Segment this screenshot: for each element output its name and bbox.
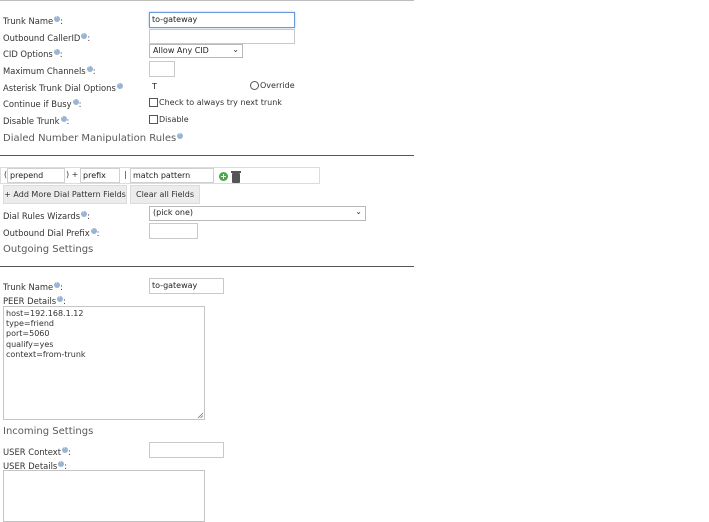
outgoing-trunk-name-label: Trunk Name:	[3, 280, 63, 292]
disable-check-box[interactable]	[149, 115, 158, 124]
max-channels-label: Maximum Channels:	[3, 64, 96, 76]
prepend-input[interactable]: prepend	[7, 168, 65, 183]
help-icon[interactable]	[53, 47, 60, 55]
chevron-down-icon: ⌄	[355, 207, 362, 216]
match-pattern-input[interactable]: match pattern	[130, 168, 214, 183]
dial-rules-wizards-label: Dial Rules Wizards:	[3, 209, 90, 221]
resize-handle-icon[interactable]	[197, 412, 204, 419]
outgoing-divider	[0, 266, 414, 267]
help-icon[interactable]	[86, 64, 93, 72]
dial-rules-wizards-select[interactable]: (pick one) ⌄	[149, 206, 366, 221]
add-more-dial-pattern-button[interactable]: + Add More Dial Pattern Fields	[3, 185, 127, 204]
trunk-name-input[interactable]: to-gateway	[149, 12, 295, 28]
help-icon[interactable]	[116, 81, 123, 89]
chevron-down-icon: ⌄	[232, 45, 239, 54]
help-icon[interactable]	[90, 226, 97, 234]
help-icon[interactable]	[72, 97, 79, 105]
max-channels-input[interactable]	[149, 61, 175, 77]
user-details-textarea[interactable]	[3, 470, 205, 522]
cid-options-value: Allow Any CID	[153, 46, 209, 55]
cid-options-label: CID Options:	[3, 47, 63, 59]
dial-rules-wizards-value: (pick one)	[153, 208, 194, 217]
continue-busy-check-box[interactable]	[149, 98, 158, 107]
dial-options-input[interactable]: T	[149, 79, 247, 94]
plus-circle-icon[interactable]: +	[219, 172, 228, 181]
continue-busy-checkbox[interactable]: Check to always try next trunk	[149, 98, 282, 107]
outbound-callerid-label: Outbound CallerID:	[3, 31, 90, 43]
outbound-callerid-input[interactable]	[149, 29, 295, 44]
user-context-input[interactable]	[149, 442, 224, 458]
help-icon[interactable]	[60, 114, 67, 122]
outbound-dial-prefix-input[interactable]	[149, 223, 198, 239]
pipe-separator: |	[124, 170, 127, 179]
override-checkbox[interactable]: Override	[250, 81, 295, 90]
help-icon[interactable]	[62, 445, 69, 453]
outgoing-trunk-name-input[interactable]: to-gateway	[149, 278, 224, 294]
outbound-dial-prefix-label: Outbound Dial Prefix:	[3, 226, 100, 238]
override-check-box[interactable]	[250, 81, 259, 90]
clear-all-fields-button[interactable]: Clear all Fields	[130, 185, 200, 204]
help-icon[interactable]	[177, 131, 184, 139]
dial-rules-section-title: Dialed Number Manipulation Rules	[3, 131, 184, 144]
prefix-input[interactable]: prefix	[80, 168, 120, 183]
top-divider	[0, 0, 414, 1]
continue-busy-label: Continue if Busy:	[3, 97, 81, 109]
dial-rules-divider	[0, 155, 414, 156]
disable-trunk-label: Disable Trunk:	[3, 114, 69, 126]
trash-icon[interactable]	[231, 171, 241, 183]
user-context-label: USER Context:	[3, 445, 71, 457]
trunk-name-label: Trunk Name:	[3, 14, 63, 26]
cid-options-select[interactable]: Allow Any CID ⌄	[149, 44, 243, 58]
dial-options-label: Asterisk Trunk Dial Options	[3, 81, 123, 93]
disable-trunk-checkbox[interactable]: Disable	[149, 115, 189, 124]
peer-details-label: PEER Details:	[3, 294, 66, 306]
close-paren-plus: ) +	[66, 170, 79, 179]
peer-details-textarea[interactable]: host=192.168.1.12 type=friend port=5060 …	[3, 306, 205, 420]
outgoing-settings-title: Outgoing Settings	[3, 244, 94, 255]
incoming-settings-title: Incoming Settings	[3, 426, 94, 437]
